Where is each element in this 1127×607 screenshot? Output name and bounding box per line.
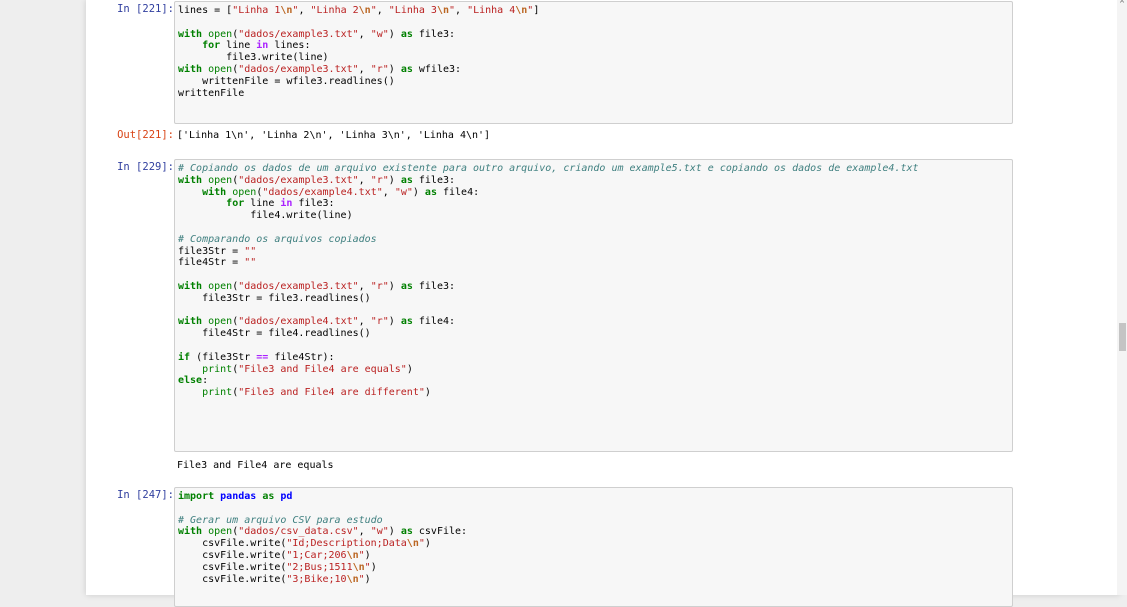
code-line: writtenFile = wfile3.readlines()	[178, 75, 395, 87]
code-line: print("File3 and File4 are different")	[202, 387, 431, 399]
notebook-container: In [221]: lines = ["Linha 1\n", "Linha 2…	[86, 0, 1120, 607]
code-line: # Gerar um arquivo CSV para estudo	[178, 514, 383, 526]
stdout-output: File3 and File4 are equals	[177, 460, 334, 471]
code-line: csvFile.write("Id;Description;Data\n")	[178, 538, 431, 550]
code-editor[interactable]: # Copiando os dados de um arquivo existe…	[175, 160, 1012, 402]
scrollbar-thumb[interactable]	[1119, 323, 1126, 351]
code-line: for line in lines:	[202, 40, 311, 52]
code-line: with open("dados/example3.txt", "r") as …	[178, 174, 456, 186]
code-input-area[interactable]: lines = ["Linha 1\n", "Linha 2\n", "Linh…	[174, 1, 1013, 124]
input-prompt: In [247]:	[117, 489, 174, 501]
code-line: csvFile.write("1;Car;206\n")	[178, 549, 371, 561]
code-line: with open("dados/example3.txt", "w") as …	[178, 28, 456, 40]
code-line: else:	[178, 375, 209, 387]
code-line: file3.write(line)	[178, 52, 329, 64]
output-prompt: Out[221]:	[117, 129, 174, 141]
code-line: # Comparando os arquivos copiados	[178, 233, 377, 245]
code-line: with open("dados/example4.txt", "w") as …	[202, 186, 480, 198]
code-line: for line in file3:	[226, 198, 335, 210]
code-line: file4.write(line)	[178, 210, 353, 222]
code-line: with open("dados/example4.txt", "r") as …	[178, 316, 456, 328]
code-line: with open("dados/example3.txt", "r") as …	[178, 63, 462, 75]
code-line: file4Str = ""	[178, 257, 257, 269]
code-line: lines = ["Linha 1\n", "Linha 2\n", "Linh…	[178, 5, 540, 16]
code-line: with open("dados/csv_data.csv", "w") as …	[178, 526, 468, 538]
input-prompt: In [229]:	[117, 161, 174, 173]
code-input-area[interactable]: import pandas as pd # Gerar um arquivo C…	[174, 487, 1013, 607]
code-line: csvFile.write("3;Bike;10\n")	[178, 573, 371, 585]
code-line: with open("dados/example3.txt", "r") as …	[178, 280, 456, 292]
code-editor[interactable]: lines = ["Linha 1\n", "Linha 2\n", "Linh…	[175, 2, 1012, 102]
code-line: file3Str = ""	[178, 245, 257, 257]
code-line: writtenFile	[178, 87, 245, 99]
code-line: import pandas as pd	[178, 491, 293, 502]
code-line: if (file3Str == file4Str):	[178, 351, 335, 363]
code-line: file4Str = file4.readlines()	[178, 328, 371, 340]
input-prompt: In [221]:	[117, 3, 174, 15]
code-line: csvFile.write("2;Bus;1511\n")	[178, 561, 377, 573]
code-editor[interactable]: import pandas as pd # Gerar um arquivo C…	[175, 488, 1012, 588]
output-result: ['Linha 1\n', 'Linha 2\n', 'Linha 3\n', …	[177, 130, 491, 141]
code-line: file3Str = file3.readlines()	[178, 292, 371, 304]
scroll-up-arrow-icon[interactable]: ^	[1118, 0, 1126, 8]
page-scrollbar[interactable]: ^	[1117, 0, 1127, 595]
code-line: print("File3 and File4 are equals")	[202, 363, 413, 375]
code-input-area[interactable]: # Copiando os dados de um arquivo existe…	[174, 159, 1013, 452]
code-line: # Copiando os dados de um arquivo existe…	[178, 163, 919, 174]
